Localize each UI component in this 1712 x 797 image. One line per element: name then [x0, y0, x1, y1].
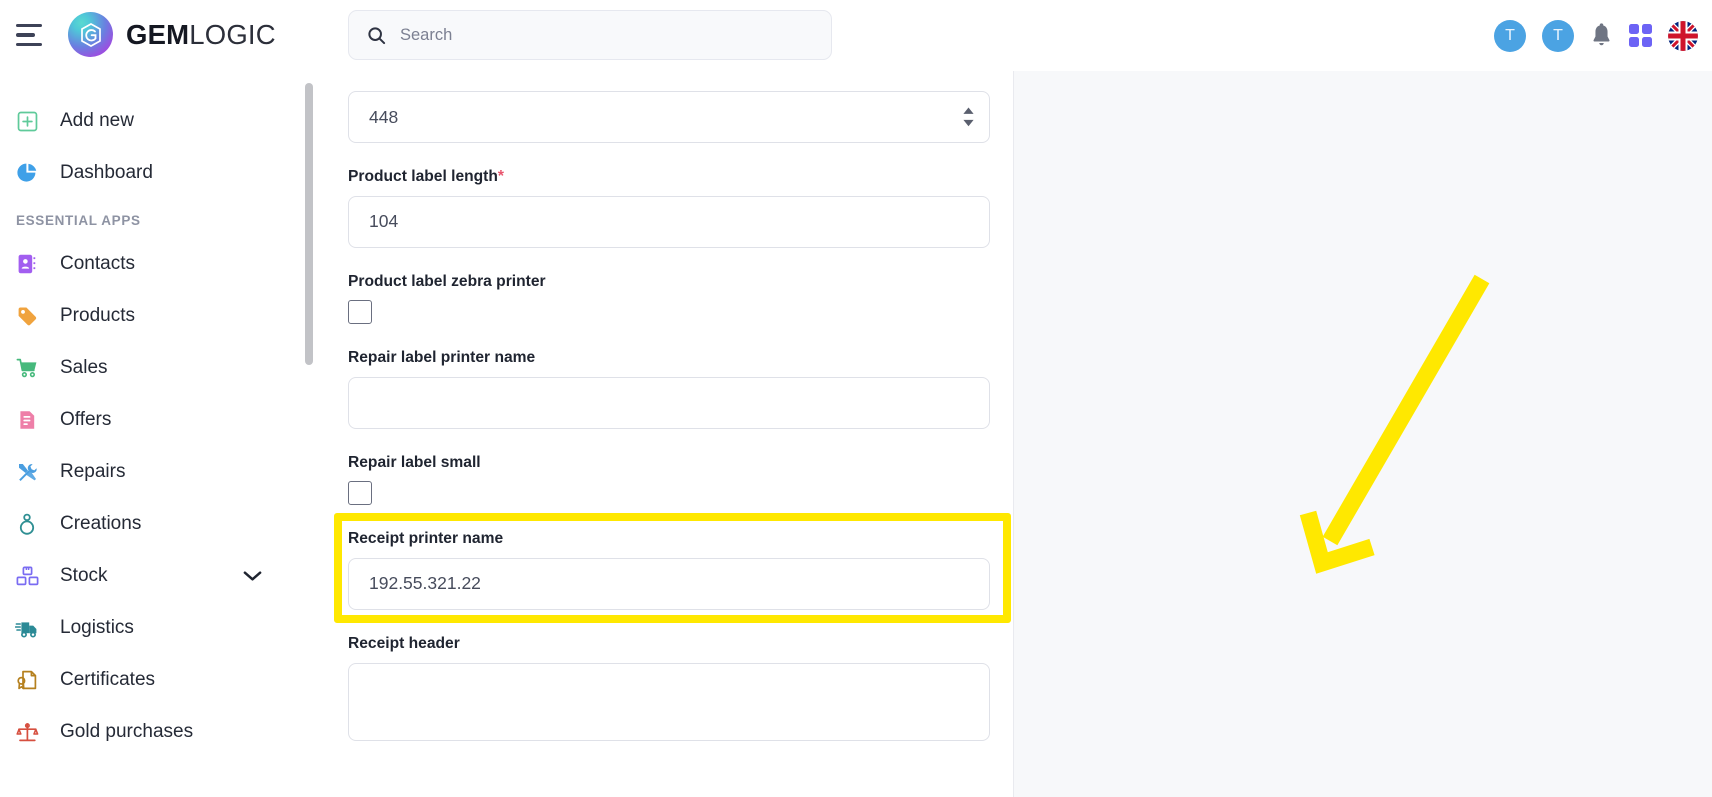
chevron-down-icon[interactable] — [243, 570, 262, 582]
field-value: 448 — [369, 106, 399, 127]
field-checkbox-product-label-zebra-printer[interactable] — [348, 300, 372, 325]
search-placeholder: Search — [400, 25, 453, 44]
field-label-repair-label-printer-name: Repair label printer name — [348, 349, 536, 367]
gemlogic-logo-icon — [68, 12, 113, 57]
sidebar-item-label: Sales — [60, 357, 108, 378]
sidebar-item-label: Offers — [60, 409, 112, 430]
top-bar-actions: T T — [1494, 0, 1698, 71]
sidebar-item-contacts[interactable]: Contacts — [0, 238, 300, 290]
field-label-product-label-length: Product label length* — [348, 169, 990, 185]
sidebar-item-logistics[interactable]: Logistics — [0, 602, 300, 654]
required-marker: * — [497, 168, 504, 185]
brand-title: GEMLOGIC — [126, 21, 276, 49]
grid-apps-icon[interactable] — [1629, 24, 1652, 47]
field-textarea-receipt-header[interactable] — [348, 662, 990, 741]
field-input-repair-label-printer-name[interactable] — [348, 376, 990, 429]
main-content-area: 448 Product label length* 104 Product la… — [300, 71, 1712, 797]
sidebar-item-label: Products — [60, 305, 135, 326]
field-input-product-label-length[interactable]: 104 — [348, 195, 990, 248]
sidebar-item-label: Add new — [60, 110, 134, 131]
field-label-repair-label-small: Repair label small — [348, 453, 481, 471]
sidebar-item-gold-purchases[interactable]: Gold purchases — [0, 706, 300, 758]
content-scrollbar-track[interactable] — [302, 71, 314, 797]
hamburger-menu-icon[interactable] — [16, 18, 50, 52]
sidebar-item-label: Contacts — [60, 253, 135, 274]
annotation-arrow — [1299, 274, 1490, 574]
search-icon — [368, 26, 386, 44]
sidebar-item-label: Stock — [60, 565, 108, 586]
brand-title-bold: GEM — [126, 18, 190, 50]
brand-logo-area[interactable]: GEMLOGIC — [68, 12, 276, 57]
field-value: 192.55.321.22 — [369, 573, 481, 594]
sidebar-item-dashboard[interactable]: Dashboard — [0, 147, 300, 199]
field-label-text: Product label length — [348, 168, 498, 185]
field-input-quantity[interactable]: 448 — [348, 91, 990, 143]
delivery-truck-icon — [14, 615, 40, 641]
sidebar-item-label: Dashboard — [60, 162, 153, 183]
shopping-cart-icon — [14, 355, 40, 381]
certificate-icon — [14, 667, 40, 693]
sidebar-item-label: Repairs — [60, 461, 126, 482]
tools-icon — [14, 459, 40, 485]
pie-chart-icon — [14, 160, 40, 186]
brand-title-light: LOGIC — [189, 18, 276, 50]
ring-icon — [14, 511, 40, 537]
sidebar-item-label: Logistics — [60, 617, 134, 638]
sidebar-navigation: Add new Dashboard ESSENTIAL APPS Contact… — [0, 71, 300, 797]
sidebar-item-label: Creations — [60, 513, 142, 534]
sidebar-item-repairs[interactable]: Repairs — [0, 446, 300, 498]
sidebar-item-label: Certificates — [60, 669, 156, 690]
spinner-arrows-icon[interactable] — [962, 107, 975, 128]
sidebar-item-products[interactable]: Products — [0, 290, 300, 342]
search-input[interactable]: Search — [348, 10, 832, 60]
sidebar-item-sales[interactable]: Sales — [0, 342, 300, 394]
bell-icon[interactable] — [1590, 23, 1613, 48]
tag-icon — [14, 303, 40, 329]
scales-icon — [14, 719, 40, 745]
field-checkbox-repair-label-small[interactable] — [348, 481, 372, 506]
field-label-receipt-header: Receipt header — [348, 634, 460, 652]
boxes-icon — [14, 563, 40, 589]
sidebar-item-add-new[interactable]: Add new — [0, 95, 300, 147]
document-icon — [14, 407, 40, 433]
application-window: GEMLOGIC Search T T Add new Dashboard ES… — [0, 0, 1712, 797]
avatar[interactable]: T — [1542, 19, 1574, 52]
field-label-product-label-zebra-printer: Product label zebra printer — [348, 272, 546, 290]
field-value: 104 — [369, 211, 399, 232]
top-navigation-bar: GEMLOGIC Search T T — [0, 0, 1712, 71]
sidebar-section-header: ESSENTIAL APPS — [16, 213, 141, 228]
field-label-receipt-printer-name: Receipt printer name — [348, 530, 504, 548]
sidebar-item-offers[interactable]: Offers — [0, 394, 300, 446]
sidebar-item-stock[interactable]: Stock — [0, 550, 300, 602]
settings-form-panel: 448 Product label length* 104 Product la… — [300, 71, 1014, 797]
uk-flag-icon[interactable] — [1668, 20, 1698, 51]
sidebar-item-label: Gold purchases — [60, 721, 194, 742]
contact-book-icon — [14, 251, 40, 277]
content-scrollbar-thumb[interactable] — [305, 83, 313, 365]
plus-square-icon — [14, 108, 40, 134]
sidebar-item-certificates[interactable]: Certificates — [0, 654, 300, 706]
field-input-receipt-printer-name[interactable]: 192.55.321.22 — [348, 557, 990, 610]
avatar[interactable]: T — [1494, 19, 1526, 52]
printer-settings-form: 448 Product label length* 104 Product la… — [348, 71, 990, 741]
sidebar-item-creations[interactable]: Creations — [0, 498, 300, 550]
